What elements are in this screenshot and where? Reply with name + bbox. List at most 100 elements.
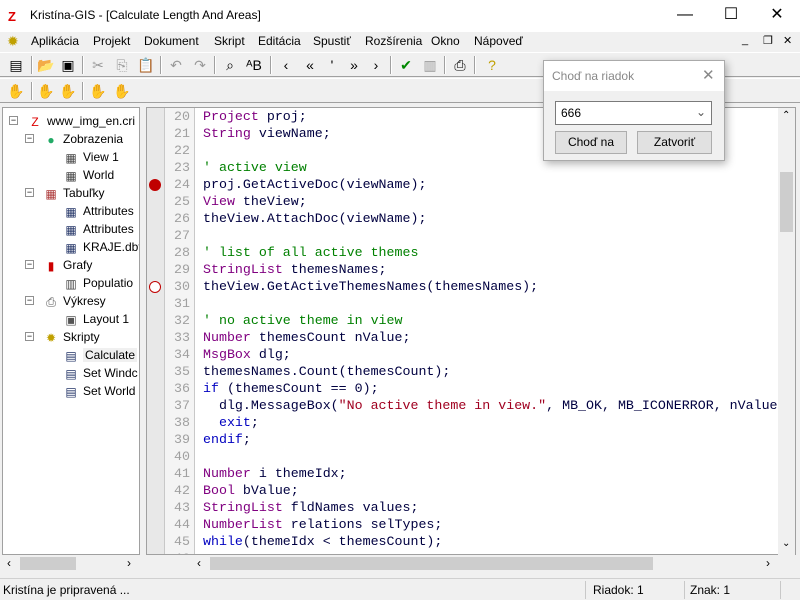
paste-icon[interactable]: 📋 [136,56,156,74]
tree-item[interactable]: ▦ World [63,166,114,184]
first-icon[interactable]: « [300,56,320,74]
breakpoint-icon[interactable] [149,179,161,191]
go-to-button[interactable]: Choď na [555,131,627,154]
disabled-breakpoint-icon[interactable] [149,281,161,293]
tree-item[interactable]: ▦ Attributes [63,202,133,220]
copy-icon[interactable]: ⎘ [112,56,132,74]
menu-rozsirenia[interactable]: Rozšírenia [365,34,422,48]
tree-horizontal-scrollbar[interactable]: ‹ › [3,555,139,572]
scroll-left-icon[interactable]: ‹ [197,556,201,570]
tree-item[interactable]: ▦ Attributes [63,220,133,238]
scroll-right-icon[interactable]: › [127,556,131,570]
minimize-button[interactable]: — [662,0,708,32]
code-line[interactable]: if (themesCount == 0); [203,380,379,397]
mdi-restore-button[interactable]: ❐ [763,34,773,47]
tree-item[interactable]: ▤ Calculate [63,346,138,364]
comment-icon[interactable]: ' [322,56,342,74]
tree-item[interactable]: ▤ Set Windc [63,364,137,382]
menu-dokument[interactable]: Dokument [144,34,199,48]
code-line[interactable]: View theView; [203,193,307,210]
breakpoint-gutter[interactable] [147,108,165,554]
dialog-close-icon[interactable]: ✕ [702,66,715,84]
menu-napoved[interactable]: Nápoveď [474,34,523,48]
open-folder-icon[interactable]: 📂 [36,56,56,74]
code-line[interactable]: Bool bValue; [203,482,299,499]
menu-skript[interactable]: Skript [214,34,245,48]
scroll-left-icon[interactable]: ‹ [7,556,11,570]
print-icon[interactable]: ⎙ [450,56,470,74]
collapse-toggle[interactable]: − [25,260,34,269]
code-editor[interactable]: 20 21 22 23 24 25 26 27 28 29 30 31 32 33 34 35 36 37 38 39… [146,107,796,555]
redo-icon[interactable]: ↷ [190,56,210,74]
code-line[interactable]: endif; [203,431,251,448]
tree-item[interactable]: ▣ Layout 1 [63,310,129,328]
help-icon[interactable]: ? [482,56,502,74]
hand-all-icon[interactable]: ✋ [112,82,132,100]
code-line[interactable]: ' active view [203,159,307,176]
code-line[interactable]: StringList themesNames; [203,261,387,278]
chevron-down-icon[interactable]: ⌄ [696,105,706,119]
tree-item[interactable]: ▮ Grafy [43,256,93,274]
menu-projekt[interactable]: Projekt [93,34,130,48]
mdi-minimize-button[interactable]: _ [742,34,748,46]
menu-spustit[interactable]: Spustiť [313,34,351,48]
tree-item[interactable]: ▤ Set World [63,382,135,400]
hand-disabled-icon[interactable]: ✋ [36,82,56,100]
code-line[interactable]: ' list of all active themes [203,244,418,261]
find-icon[interactable]: ⌕ [220,56,240,74]
code-line[interactable]: String viewName; [203,125,331,142]
scroll-thumb[interactable] [20,557,76,570]
replace-icon[interactable]: ᴬB [244,56,264,74]
app-gear-icon[interactable]: ✹ [7,33,19,50]
code-line[interactable]: NumberList relations selTypes; [203,516,442,533]
tree-item[interactable]: ▦ View 1 [63,148,118,166]
code-line[interactable]: dlg.MessageBox("No active theme in view.… [203,397,778,414]
collapse-toggle[interactable]: − [25,332,34,341]
code-line[interactable]: MsgBox dlg; [203,346,291,363]
hand-remove-icon[interactable]: ✋ [58,82,78,100]
tree-item[interactable]: ▥ Populatio [63,274,133,292]
editor-horizontal-scrollbar[interactable]: ‹ › [193,555,778,572]
tree-item[interactable]: ● Zobrazenia [43,130,123,148]
scroll-thumb[interactable] [780,172,793,232]
tree-item[interactable]: ✹ Skripty [43,328,100,346]
scroll-down-icon[interactable]: ⌄ [782,538,790,549]
code-line[interactable]: exit; [203,414,259,431]
tree-item[interactable]: Zwww_img_en.cri [27,112,135,130]
code-line[interactable]: theView.GetActiveThemesNames(themesNames… [203,278,538,295]
hand-icon[interactable]: ✋ [6,82,26,100]
tree-item[interactable]: ▦ KRAJE.dbf [63,238,139,256]
scroll-right-icon[interactable]: › [766,556,770,570]
check-icon[interactable]: ✔ [396,56,416,74]
menu-okno[interactable]: Okno [431,34,460,48]
compile-icon[interactable]: ▥ [420,56,440,74]
line-number-combobox[interactable]: 666 ⌄ [555,101,712,125]
code-line[interactable]: proj.GetActiveDoc(viewName); [203,176,426,193]
dialog-close-button[interactable]: Zatvoriť [637,131,712,154]
code-line[interactable]: Number themesCount nValue; [203,329,410,346]
code-line[interactable]: themesNames.Count(themesCount); [203,363,450,380]
editor-vertical-scrollbar[interactable]: ⌃ ⌄ [778,108,795,555]
tree-item[interactable]: ▦ Tabuľky [43,184,104,202]
code-line[interactable]: Project proj; [203,108,307,125]
save-icon[interactable]: ▣ [58,56,78,74]
menu-editacia[interactable]: Editácia [258,34,301,48]
code-line[interactable]: ' no active theme in view [203,312,403,329]
new-script-icon[interactable]: ▤ [6,56,26,74]
code-line[interactable]: Number i themeIdx; [203,465,347,482]
cut-icon[interactable]: ✂ [88,56,108,74]
collapse-toggle[interactable]: − [25,134,34,143]
collapse-toggle[interactable]: − [25,296,34,305]
undo-icon[interactable]: ↶ [166,56,186,74]
maximize-button[interactable]: ☐ [708,0,754,32]
tree-item[interactable]: ⎙ Výkresy [43,292,106,310]
collapse-toggle[interactable]: − [9,116,18,125]
scroll-thumb[interactable] [210,557,653,570]
close-button[interactable]: ✕ [754,0,800,32]
mdi-close-button[interactable]: ✕ [783,34,792,47]
code-line[interactable]: while(themeIdx < themesCount); [203,533,442,550]
prev-icon[interactable]: ‹ [276,56,296,74]
scroll-up-icon[interactable]: ⌃ [782,110,790,121]
hand-gray-icon[interactable]: ✋ [88,82,108,100]
code-line[interactable]: StringList fldNames values; [203,499,418,516]
